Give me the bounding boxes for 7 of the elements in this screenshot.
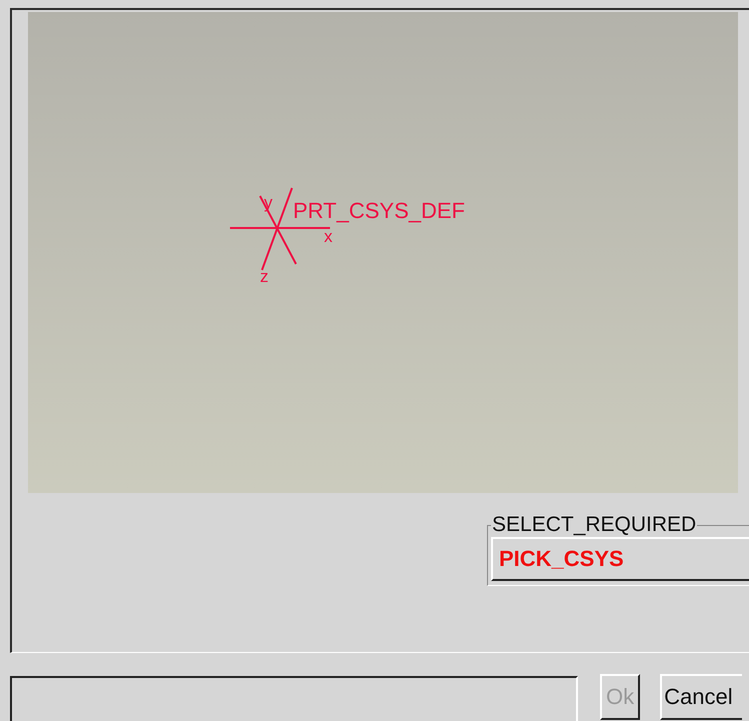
- axis-label: z: [260, 267, 268, 286]
- prompt-button[interactable]: PICK_CSYS: [491, 537, 749, 581]
- axis-label: x: [324, 227, 332, 246]
- group-title: SELECT_REQUIRED: [491, 513, 698, 537]
- cancel-button[interactable]: Cancel: [660, 674, 742, 720]
- message-field[interactable]: [10, 676, 578, 721]
- csys-name: PRT_CSYS_DEF: [293, 198, 465, 223]
